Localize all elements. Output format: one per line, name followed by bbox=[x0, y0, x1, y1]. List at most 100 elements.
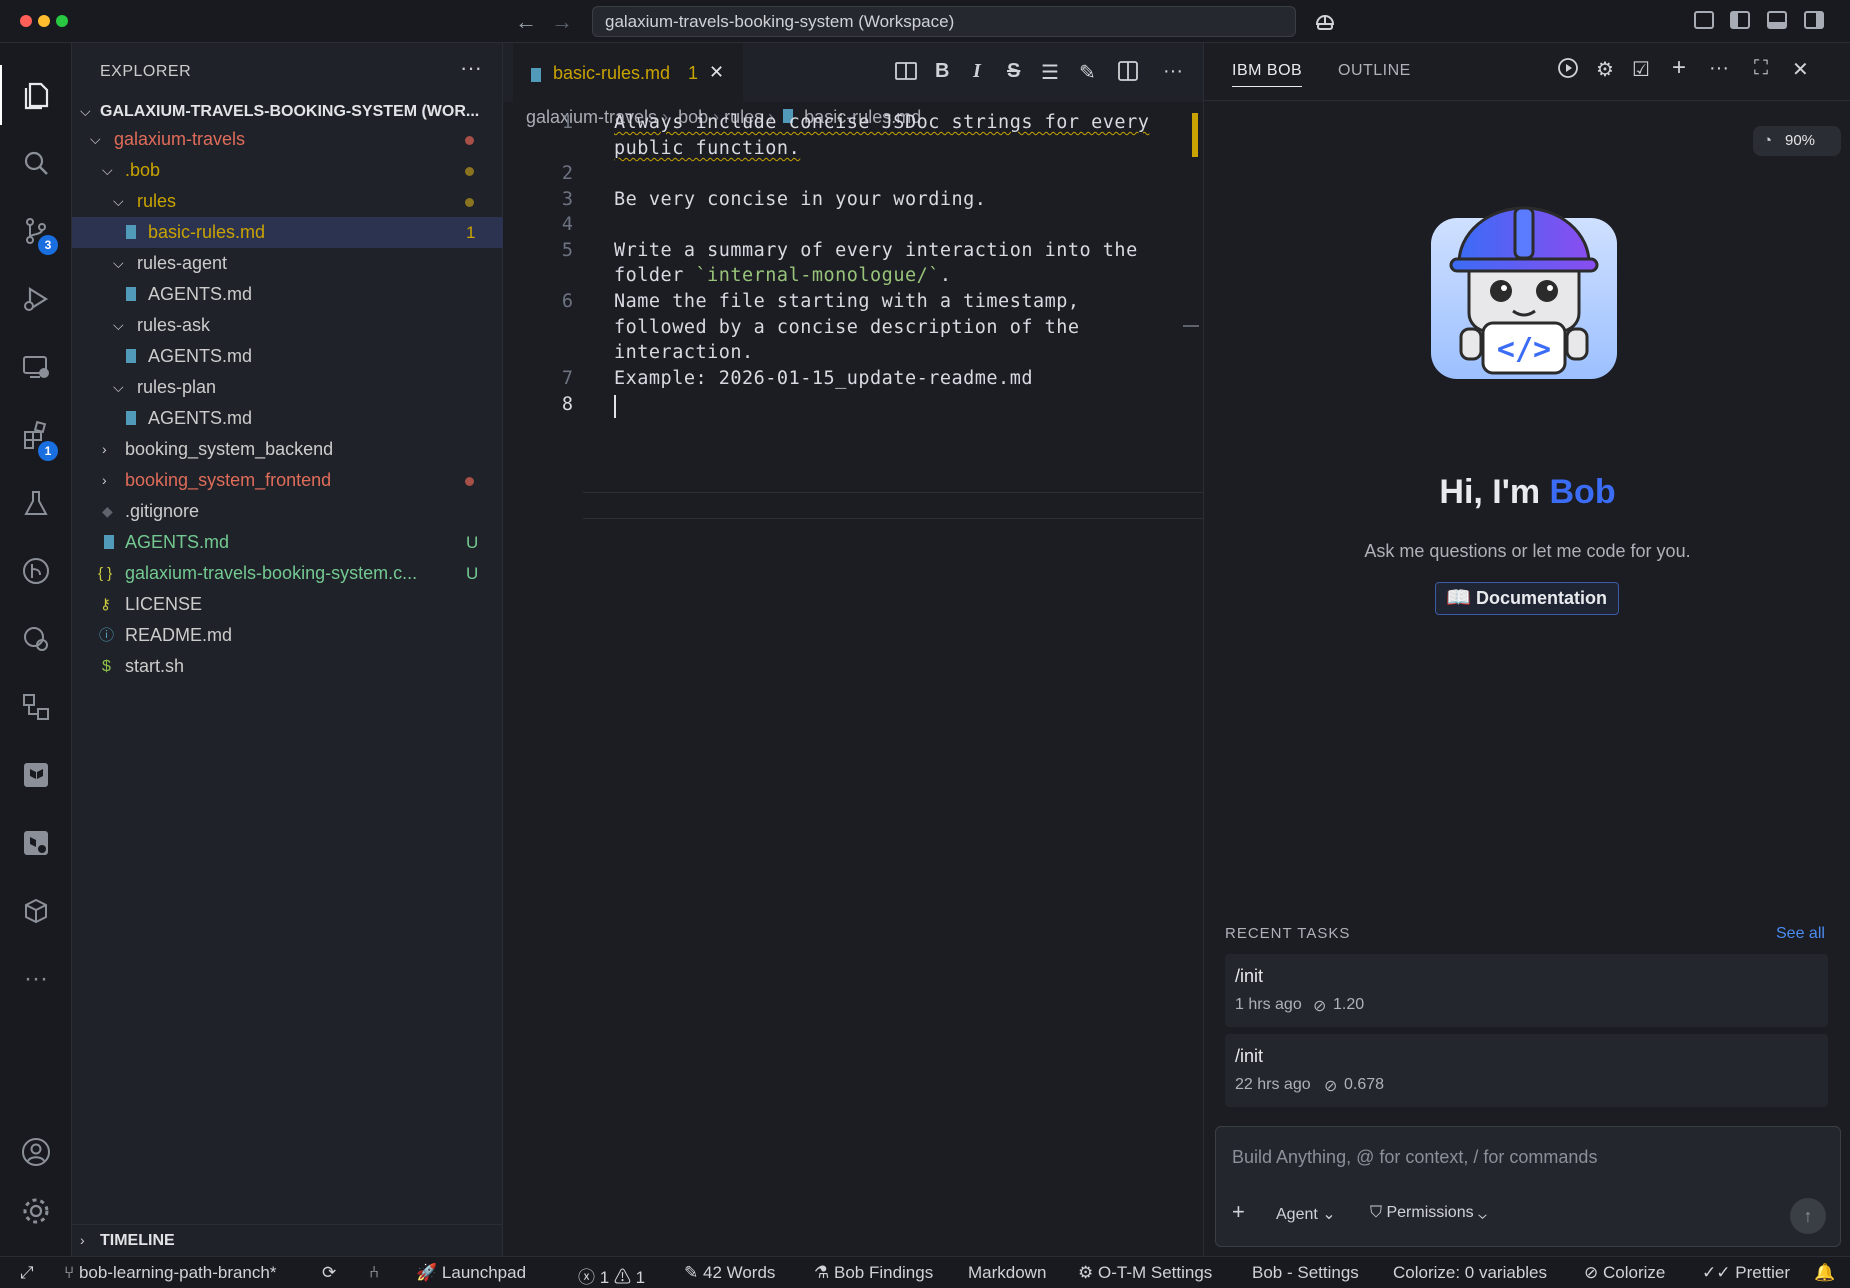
markdown-file-icon bbox=[126, 411, 136, 425]
tree-file-license[interactable]: ⚷ LICENSE bbox=[72, 589, 503, 620]
language-mode[interactable]: Markdown bbox=[968, 1263, 1046, 1283]
see-all-link[interactable]: See all bbox=[1776, 925, 1825, 943]
task-list-icon[interactable]: ☑ bbox=[1632, 57, 1650, 82]
toggle-primary-sidebar-icon[interactable] bbox=[1730, 11, 1750, 29]
remote-explorer-icon[interactable] bbox=[0, 337, 72, 397]
split-editor-icon[interactable] bbox=[1117, 60, 1139, 88]
recent-task-item[interactable]: /init 22 hrs ago ⊘ 0.678 bbox=[1225, 1034, 1828, 1107]
branch-indicator[interactable]: ⑂ bob-learning-path-branch* bbox=[64, 1263, 276, 1283]
extensions-icon[interactable]: 1 bbox=[0, 405, 72, 465]
add-context-button[interactable]: + bbox=[1232, 1199, 1245, 1225]
bob-helmet-icon[interactable] bbox=[1313, 9, 1337, 33]
testing-flask-icon[interactable] bbox=[0, 473, 72, 533]
tab-basic-rules[interactable]: basic-rules.md 1 ✕ bbox=[513, 43, 743, 102]
tree-file-basic-rules[interactable]: basic-rules.md 1 bbox=[72, 217, 503, 248]
search-icon[interactable] bbox=[0, 133, 72, 193]
tree-folder-galaxium-travels[interactable]: ⌵ galaxium-travels bbox=[72, 124, 503, 155]
source-control-icon[interactable]: 3 bbox=[0, 201, 72, 261]
word-count[interactable]: ✎ 42 Words bbox=[684, 1263, 775, 1283]
code-line: followed by a concise description of the bbox=[614, 317, 1080, 338]
tree-folder-bob[interactable]: ⌵ .bob bbox=[72, 155, 503, 186]
magic-wand-icon[interactable]: ✎ bbox=[1079, 60, 1096, 85]
git-graph-icon[interactable] bbox=[0, 541, 72, 601]
notifications-bell-icon[interactable]: 🔔 bbox=[1814, 1263, 1835, 1283]
tree-folder-rules-ask[interactable]: ⌵ rules-ask bbox=[72, 310, 503, 341]
tree-folder-rules-plan[interactable]: ⌵ rules-plan bbox=[72, 372, 503, 403]
recent-task-item[interactable]: /init 1 hrs ago ⊘ 1.20 bbox=[1225, 954, 1828, 1027]
tree-file-gitignore[interactable]: ◆ .gitignore bbox=[72, 496, 503, 527]
tab-close-icon[interactable]: ✕ bbox=[709, 62, 724, 83]
documentation-button[interactable]: 📖 Documentation bbox=[1435, 582, 1619, 615]
line-number: 8 bbox=[561, 394, 573, 415]
architecture-diagram-icon[interactable] bbox=[0, 677, 72, 737]
editor-more-actions[interactable]: ··· bbox=[1163, 60, 1183, 83]
tree-file-readme[interactable]: ⓘ README.md bbox=[72, 620, 503, 651]
more-views-icon[interactable]: ··· bbox=[0, 949, 72, 1009]
permissions-selector[interactable]: ⛉ Permissions ⌄ bbox=[1370, 1204, 1487, 1222]
git-compare-icon[interactable]: ⑃ bbox=[369, 1263, 379, 1283]
gitlens-icon[interactable] bbox=[0, 609, 72, 669]
tree-file-agents-md[interactable]: AGENTS.md bbox=[72, 341, 503, 372]
bulleted-list-icon[interactable]: ☰ bbox=[1041, 60, 1059, 85]
sync-icon[interactable]: ⟳ bbox=[322, 1263, 336, 1283]
containers-icon[interactable] bbox=[0, 881, 72, 941]
new-task-icon[interactable]: + bbox=[1672, 54, 1686, 82]
panel-divider bbox=[1204, 100, 1850, 101]
mode-selector[interactable]: Agent ⌄ bbox=[1276, 1204, 1336, 1224]
launchpad-item[interactable]: 🚀 Launchpad bbox=[416, 1263, 526, 1283]
close-panel-icon[interactable]: ✕ bbox=[1792, 57, 1809, 82]
tab-outline[interactable]: OUTLINE bbox=[1338, 62, 1411, 80]
explorer-icon[interactable] bbox=[0, 65, 72, 125]
terraform-icon[interactable] bbox=[0, 745, 72, 805]
maximize-window-button[interactable] bbox=[56, 15, 68, 27]
tree-file-root-agents-md[interactable]: AGENTS.md U bbox=[72, 527, 503, 558]
minimize-window-button[interactable] bbox=[38, 15, 50, 27]
run-debug-icon[interactable] bbox=[0, 269, 72, 329]
timeline-section-header[interactable]: › TIMELINE bbox=[72, 1224, 503, 1256]
italic-icon[interactable]: I bbox=[973, 60, 981, 83]
terraform-cloud-icon[interactable] bbox=[0, 813, 72, 873]
tree-file-start-sh[interactable]: $ start.sh bbox=[72, 651, 503, 682]
account-icon[interactable] bbox=[0, 1122, 72, 1182]
chat-input[interactable] bbox=[1216, 1127, 1840, 1187]
toggle-panel-icon[interactable] bbox=[1767, 11, 1787, 29]
rocket-icon: 🚀 bbox=[416, 1263, 438, 1282]
maximize-panel-icon[interactable]: ⛶ bbox=[1754, 57, 1768, 80]
license-key-icon: ⚷ bbox=[100, 596, 111, 613]
send-button[interactable]: ↑ bbox=[1790, 1198, 1826, 1234]
panel-more-actions[interactable]: ··· bbox=[1709, 57, 1729, 80]
tree-file-agents-md[interactable]: AGENTS.md bbox=[72, 403, 503, 434]
otm-settings[interactable]: ⚙ O-T-M Settings bbox=[1078, 1263, 1212, 1283]
tree-file-agents-md[interactable]: AGENTS.md bbox=[72, 279, 503, 310]
command-center-search[interactable]: galaxium-travels-booking-system (Workspa… bbox=[592, 6, 1296, 37]
close-window-button[interactable] bbox=[20, 15, 32, 27]
tab-ibm-bob[interactable]: IBM BOB bbox=[1232, 62, 1303, 87]
strikethrough-icon[interactable]: S bbox=[1007, 60, 1020, 83]
problems-indicator[interactable]: ⓧ 1 ⚠ 1 bbox=[578, 1263, 645, 1288]
settings-gear-icon[interactable] bbox=[0, 1181, 72, 1241]
prettier-status[interactable]: ✓✓ Prettier bbox=[1702, 1263, 1790, 1283]
colorize-toggle[interactable]: ⊘ Colorize bbox=[1584, 1263, 1665, 1283]
tree-folder-rules[interactable]: ⌵ rules bbox=[72, 186, 503, 217]
bob-findings[interactable]: ⚗ Bob Findings bbox=[814, 1263, 933, 1283]
toggle-secondary-sidebar-icon[interactable] bbox=[1804, 11, 1824, 29]
tree-folder-rules-agent[interactable]: ⌵ rules-agent bbox=[72, 248, 503, 279]
link-icon: ⊘ bbox=[1313, 998, 1327, 1015]
explorer-more-actions[interactable]: ··· bbox=[460, 55, 482, 81]
panel-settings-icon[interactable]: ⚙ bbox=[1596, 57, 1614, 82]
nav-forward-button[interactable]: → bbox=[551, 9, 573, 35]
tree-folder-booking-backend[interactable]: › booking_system_backend bbox=[72, 434, 503, 465]
colorize-variables[interactable]: Colorize: 0 variables bbox=[1393, 1263, 1547, 1283]
tree-file-workspace[interactable]: { } galaxium-travels-booking-system.c...… bbox=[72, 558, 503, 589]
recent-tasks-title: RECENT TASKS bbox=[1225, 925, 1351, 942]
tab-problem-count: 1 bbox=[688, 63, 699, 83]
bob-settings[interactable]: Bob - Settings bbox=[1252, 1263, 1359, 1283]
remote-indicator-icon[interactable]: ⤢ bbox=[20, 1263, 34, 1283]
customize-layout-icon[interactable] bbox=[1694, 11, 1714, 29]
nav-back-button[interactable]: ← bbox=[515, 9, 537, 35]
explorer-title: EXPLORER bbox=[100, 63, 192, 80]
workspace-root-folder[interactable]: ⌵ GALAXIUM-TRAVELS-BOOKING-SYSTEM (WOR..… bbox=[72, 96, 503, 127]
tree-folder-booking-frontend[interactable]: › booking_system_frontend bbox=[72, 465, 503, 496]
open-preview-icon[interactable] bbox=[894, 60, 918, 88]
bold-icon[interactable]: B bbox=[935, 60, 949, 83]
